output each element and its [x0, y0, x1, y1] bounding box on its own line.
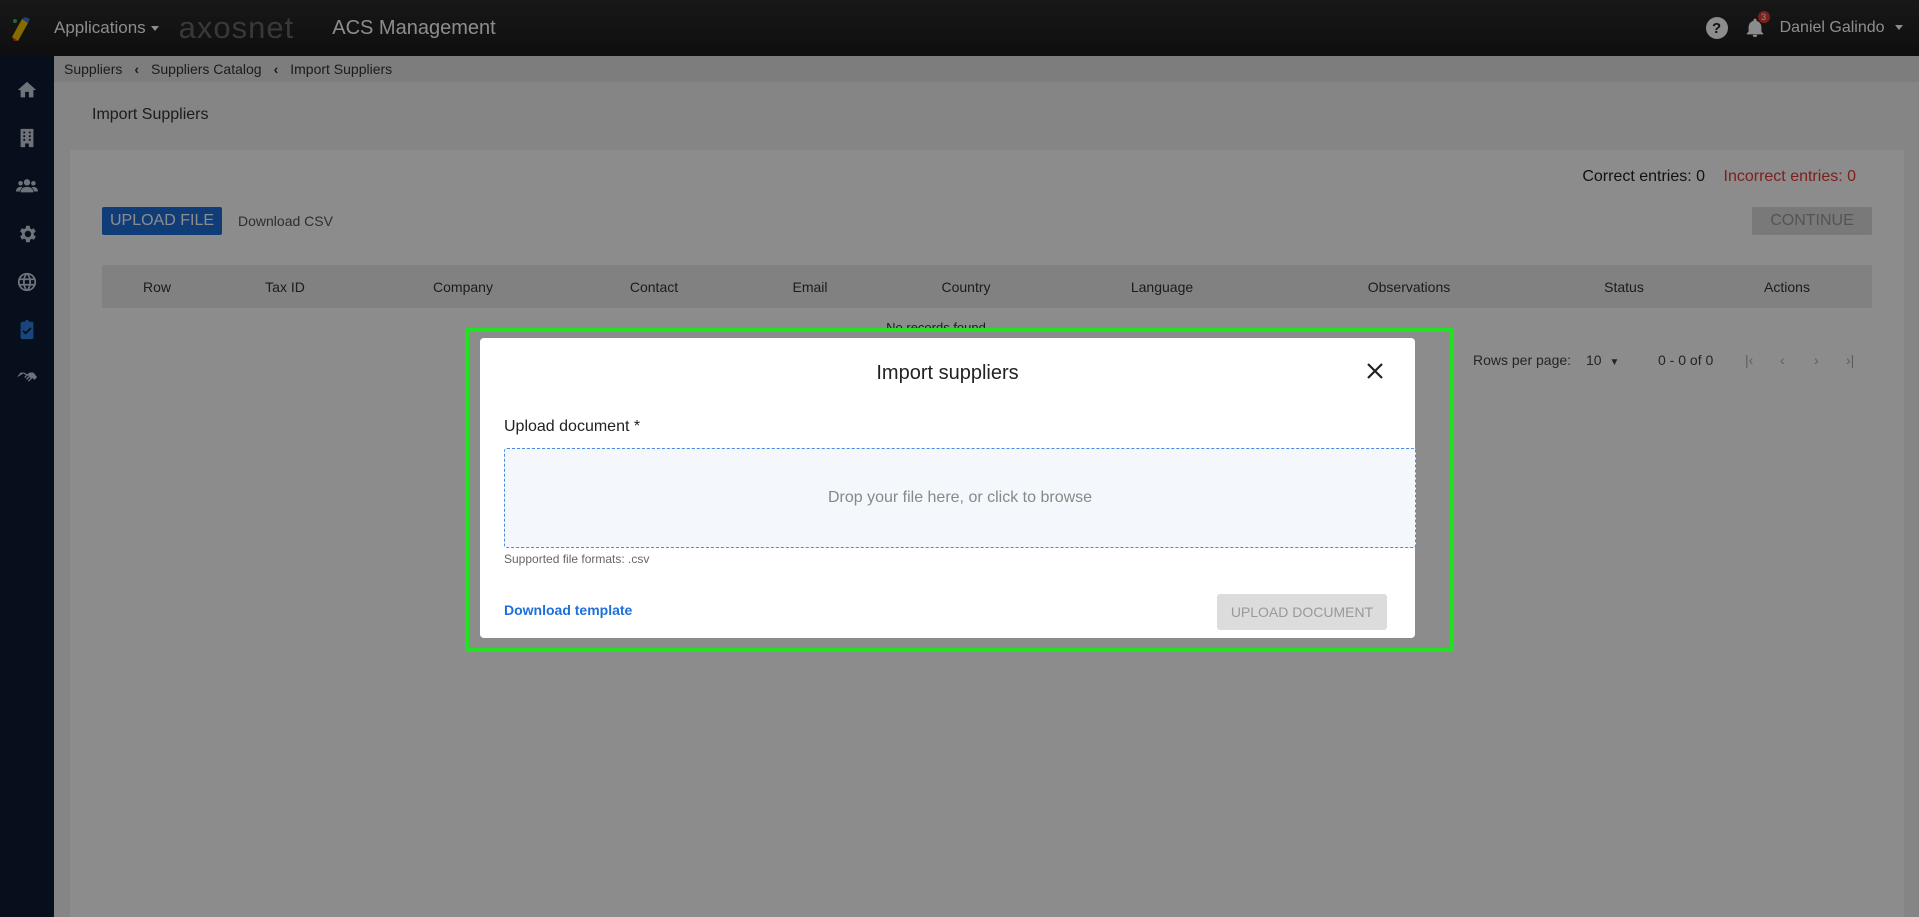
- file-dropzone[interactable]: Drop your file here, or click to browse: [504, 448, 1416, 548]
- upload-document-button[interactable]: UPLOAD DOCUMENT: [1217, 594, 1387, 630]
- import-suppliers-dialog: Import suppliers Upload document * Drop …: [480, 338, 1416, 638]
- supported-formats-hint: Supported file formats: .csv: [504, 552, 650, 566]
- close-button[interactable]: [1363, 360, 1387, 384]
- close-icon: [1367, 362, 1383, 379]
- upload-document-label: Upload document *: [504, 418, 641, 435]
- dropzone-text: Drop your file here, or click to browse: [827, 489, 1093, 506]
- dialog-title: Import suppliers: [876, 362, 1019, 384]
- download-template-link[interactable]: Download template: [504, 602, 632, 618]
